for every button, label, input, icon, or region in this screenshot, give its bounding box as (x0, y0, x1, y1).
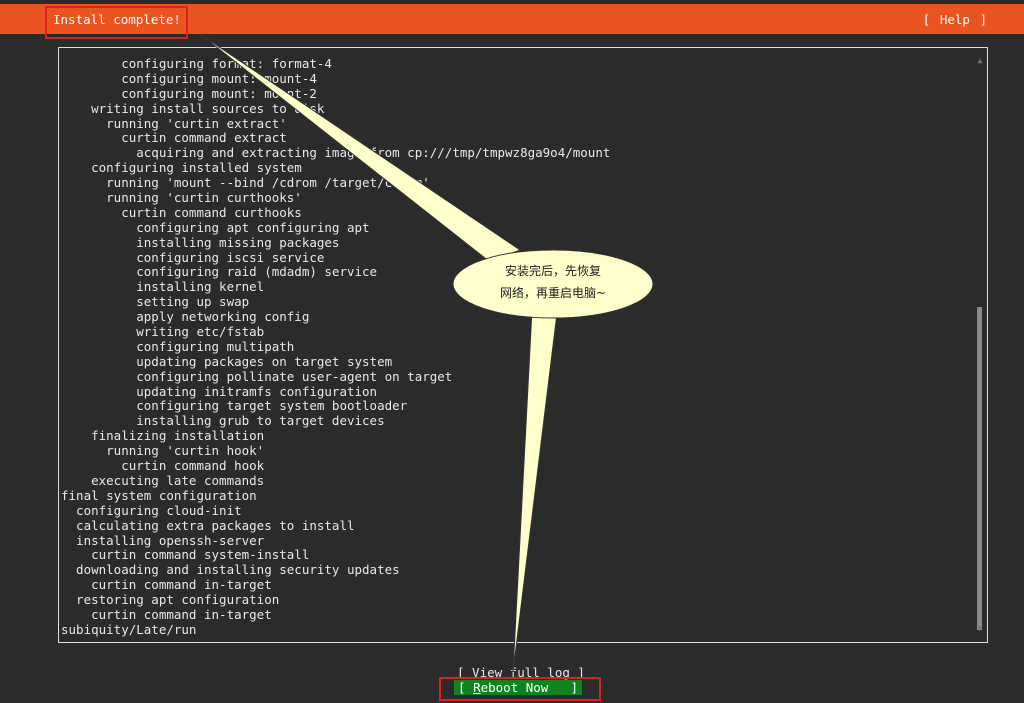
log-line: final system configuration (61, 487, 257, 503)
log-line: calculating extra packages to install (61, 517, 355, 533)
scroll-up-arrow-icon[interactable]: ▲ (975, 56, 985, 66)
log-line: configuring target system bootloader (61, 398, 408, 414)
callout-line-2: 网络，再重启电脑~ (499, 286, 607, 300)
help-bracket-left: [ (922, 12, 931, 27)
log-line: writing install sources to disk (61, 100, 325, 116)
log-line: configuring apt configuring apt (61, 219, 370, 235)
log-line: installing grub to target devices (61, 413, 385, 429)
help-label: Help (939, 12, 970, 27)
log-line: configuring cloud-init (61, 502, 242, 518)
log-line: subiquity/Late/run (61, 621, 197, 637)
log-line: configuring mount: mount-4 (61, 70, 317, 86)
log-line: configuring format: format-4 (61, 56, 332, 71)
callout-text: 安装完后，先恢复 网络，再重启电脑~ (468, 260, 638, 304)
log-line: configuring multipath (61, 338, 295, 354)
log-line: curtin command in-target (61, 577, 272, 593)
annotation-highlight-title (45, 6, 188, 39)
scroll-down-arrow-icon[interactable]: ▼ (975, 624, 985, 634)
log-line: updating initramfs configuration (61, 383, 378, 399)
log-line: curtin command in-target (61, 606, 272, 622)
annotation-highlight-reboot (439, 677, 601, 701)
log-line: restoring apt configuration (61, 592, 280, 608)
log-line: curtin command hook (61, 458, 265, 474)
log-line: curtin command curthooks (61, 204, 302, 220)
log-scrollbar[interactable]: ▲ ▼ (975, 56, 985, 634)
log-lines: configuring format: format-4 configuring… (61, 56, 967, 638)
log-line: curtin command system-install (61, 547, 310, 563)
log-line: configuring installed system (61, 160, 302, 176)
log-line: downloading and installing security upda… (61, 562, 400, 578)
log-line: configuring mount: mount-2 (61, 85, 317, 101)
log-line: finalizing installation (61, 428, 265, 444)
log-line: running 'curtin hook' (61, 443, 265, 459)
log-line: apply networking config (61, 309, 310, 325)
log-line: acquiring and extracting image from cp:/… (61, 145, 611, 161)
log-line: writing etc/fstab (61, 324, 265, 340)
scrollbar-thumb[interactable] (977, 307, 982, 630)
log-line: configuring pollinate user-agent on targ… (61, 368, 453, 384)
log-line: installing missing packages (61, 234, 340, 250)
log-line: updating packages on target system (61, 353, 393, 369)
log-line: running 'curtin curthooks' (61, 190, 302, 206)
log-line: executing late commands (61, 472, 265, 488)
log-line: installing openssh-server (61, 532, 265, 548)
log-line: running 'curtin extract' (61, 115, 287, 131)
install-log-panel[interactable]: configuring format: format-4 configuring… (58, 47, 988, 643)
log-line: running 'mount --bind /cdrom /target/cdr… (61, 175, 430, 191)
log-line: curtin command extract (61, 130, 287, 146)
help-button[interactable]: [ Help ] (921, 12, 989, 27)
help-bracket-right: ] (979, 12, 987, 27)
callout-line-1: 安装完后，先恢复 (504, 264, 601, 278)
